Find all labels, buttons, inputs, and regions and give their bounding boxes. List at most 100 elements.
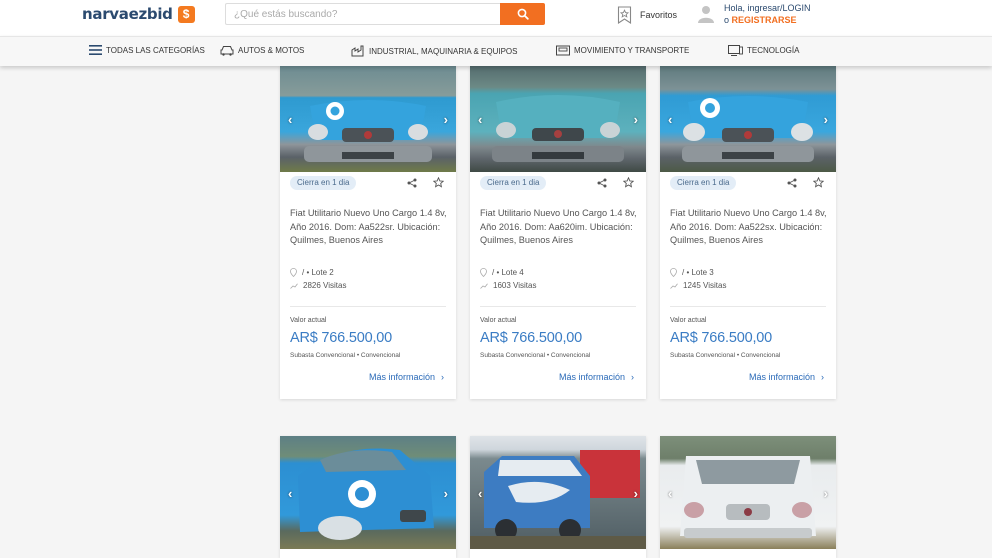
auction-card[interactable]: ‹ › — [660, 436, 836, 558]
auction-card[interactable]: ‹ › — [280, 436, 456, 558]
category-transporte-label: MOVIMIENTO Y TRANSPORTE — [574, 46, 690, 55]
photo-prev-arrow[interactable]: ‹ — [478, 112, 482, 127]
closing-badge: Cierra en 1 dia — [670, 176, 737, 190]
lot-title[interactable]: Fiat Utilitario Nuevo Uno Cargo 1.4 8v, … — [480, 207, 640, 248]
current-value-label: Valor actual — [290, 317, 327, 324]
auction-type: Subasta Convencional • Convencional — [480, 352, 591, 359]
register-link[interactable]: REGISTRARSE — [732, 15, 797, 25]
auction-card[interactable]: ‹ › Cierra en 1 dia Fiat Utilitario Nuev… — [660, 66, 836, 399]
vehicle-photo[interactable]: ‹ › — [660, 66, 836, 172]
category-transporte[interactable]: MOVIMIENTO Y TRANSPORTE — [556, 45, 689, 56]
photo-next-arrow[interactable]: › — [634, 112, 638, 127]
car-front-illustration — [492, 95, 624, 162]
photo-prev-arrow[interactable]: ‹ — [288, 486, 292, 501]
vehicle-photo[interactable]: ‹ › — [280, 436, 456, 549]
more-info-label: Más información — [748, 372, 815, 382]
card-divider — [290, 306, 446, 307]
lot-title[interactable]: Fiat Utilitario Nuevo Uno Cargo 1.4 8v, … — [290, 207, 450, 248]
photo-next-arrow[interactable]: › — [444, 112, 448, 127]
auction-type: Subasta Convencional • Convencional — [670, 352, 781, 359]
more-info-link[interactable]: Más información › — [559, 372, 634, 382]
card-divider — [670, 306, 826, 307]
trend-icon — [480, 283, 488, 289]
category-all-label: TODAS LAS CATEGORÍAS — [106, 45, 205, 55]
search-button[interactable] — [500, 3, 545, 25]
photo-next-arrow[interactable]: › — [824, 112, 828, 127]
industry-icon — [351, 45, 364, 57]
search-icon — [517, 8, 529, 20]
vehicle-photo[interactable]: ‹ › — [280, 66, 456, 172]
auction-card[interactable]: ‹ › Cierra en 1 dia Fiat Utilitario Nuev… — [280, 66, 456, 399]
trend-icon — [290, 283, 298, 289]
photo-next-arrow[interactable]: › — [444, 486, 448, 501]
trend-icon — [670, 283, 678, 289]
photo-prev-arrow[interactable]: ‹ — [478, 486, 482, 501]
auction-card[interactable]: ‹ › Cierra en 1 dia Fiat Utilitario Nuev… — [470, 66, 646, 399]
visits-count: 2826 Visitas — [290, 281, 346, 290]
logo-text: narvaezbid — [82, 5, 173, 23]
visits-text: 1603 Visitas — [493, 281, 537, 290]
visits-text: 1245 Visitas — [683, 281, 727, 290]
category-autos-label: AUTOS & MOTOS — [238, 46, 305, 55]
chevron-right-icon: › — [821, 372, 824, 382]
lot-number: / • Lote 2 — [290, 268, 334, 277]
category-industrial[interactable]: INDUSTRIAL, MAQUINARIA & EQUIPOS — [351, 45, 517, 57]
logo-badge-icon: $ — [177, 5, 195, 23]
category-tecnologia-label: TECNOLOGÍA — [747, 46, 800, 55]
share-icon[interactable] — [407, 178, 417, 188]
visits-text: 2826 Visitas — [303, 281, 347, 290]
van-illustration — [470, 450, 646, 549]
location-pin-icon — [480, 268, 487, 277]
menu-icon — [89, 45, 102, 55]
location-pin-icon — [670, 268, 677, 277]
card-divider — [480, 306, 636, 307]
login-link[interactable]: Hola, ingresar/LOGIN — [724, 2, 811, 14]
visits-count: 1245 Visitas — [670, 281, 726, 290]
photo-prev-arrow[interactable]: ‹ — [668, 486, 672, 501]
logo[interactable]: narvaezbid $ — [82, 4, 195, 24]
current-value-label: Valor actual — [480, 317, 517, 324]
more-info-label: Más información — [558, 372, 625, 382]
vehicle-photo[interactable]: ‹ › — [470, 66, 646, 172]
auction-card[interactable]: ‹ › — [470, 436, 646, 558]
search-input[interactable] — [225, 3, 500, 25]
more-info-link[interactable]: Más información › — [369, 372, 444, 382]
photo-next-arrow[interactable]: › — [824, 486, 828, 501]
favorites-link[interactable]: Favoritos — [617, 6, 677, 24]
lot-number-text: / • Lote 3 — [682, 268, 714, 277]
monitor-icon — [728, 45, 743, 56]
photo-prev-arrow[interactable]: ‹ — [288, 112, 292, 127]
star-icon[interactable] — [813, 177, 824, 188]
category-tecnologia[interactable]: TECNOLOGÍA — [728, 45, 799, 56]
white-van-illustration — [680, 456, 816, 538]
bookmark-star-icon — [617, 6, 632, 24]
category-nav: TODAS LAS CATEGORÍAS AUTOS & MOTOS INDUS… — [0, 36, 992, 66]
star-icon[interactable] — [623, 177, 634, 188]
lot-title[interactable]: Fiat Utilitario Nuevo Uno Cargo 1.4 8v, … — [670, 207, 830, 248]
star-icon[interactable] — [433, 177, 444, 188]
category-autos[interactable]: AUTOS & MOTOS — [220, 45, 304, 56]
user-menu[interactable]: Hola, ingresar/LOGIN o REGISTRARSE — [698, 2, 811, 26]
vehicle-photo[interactable]: ‹ › — [470, 436, 646, 549]
photo-next-arrow[interactable]: › — [634, 486, 638, 501]
top-header: narvaezbid $ Favoritos Hola, ingresar/LO… — [0, 0, 992, 36]
location-pin-icon — [290, 268, 297, 277]
search-bar — [225, 3, 545, 25]
share-icon[interactable] — [597, 178, 607, 188]
more-info-label: Más información — [368, 372, 435, 382]
lot-number-text: / • Lote 4 — [492, 268, 524, 277]
car-side-illustration — [298, 448, 434, 540]
register-prefix: o — [724, 15, 732, 25]
car-front-illustration — [682, 96, 814, 162]
vehicle-photo[interactable]: ‹ › — [660, 436, 836, 549]
photo-prev-arrow[interactable]: ‹ — [668, 112, 672, 127]
current-price: AR$ 766.500,00 — [670, 330, 773, 346]
lot-number: / • Lote 3 — [670, 268, 714, 277]
car-icon — [220, 46, 234, 56]
more-info-link[interactable]: Más información › — [749, 372, 824, 382]
lot-number: / • Lote 4 — [480, 268, 524, 277]
category-all[interactable]: TODAS LAS CATEGORÍAS — [89, 45, 205, 55]
auction-type: Subasta Convencional • Convencional — [290, 352, 401, 359]
share-icon[interactable] — [787, 178, 797, 188]
user-icon — [698, 6, 714, 23]
